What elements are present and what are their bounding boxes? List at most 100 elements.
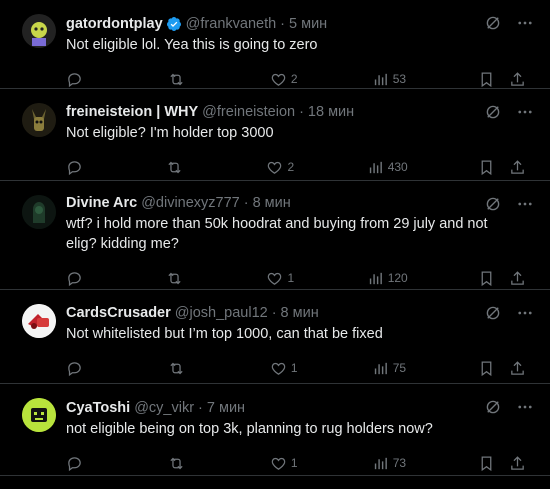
separator: ·	[299, 104, 304, 120]
timestamp[interactable]: 7 мин	[207, 398, 245, 418]
like-count: 2	[290, 72, 298, 86]
avatar[interactable]	[22, 304, 56, 338]
view-count: 430	[387, 160, 408, 174]
more-options-icon[interactable]	[516, 103, 534, 121]
like-button[interactable]: 1	[270, 360, 300, 377]
reply-button[interactable]	[66, 159, 96, 176]
heart-icon	[266, 270, 283, 287]
tweet-actions: 1 75	[66, 348, 534, 388]
display-name[interactable]: gatordontplay	[66, 14, 163, 34]
like-button[interactable]: 1	[270, 455, 300, 472]
views-icon	[372, 71, 389, 88]
views-button[interactable]: 430	[367, 159, 408, 176]
retweet-icon	[168, 71, 185, 88]
display-name[interactable]: Divine Arc	[66, 193, 137, 213]
tweet[interactable]: gatordontplay @frankvaneth · 5 мин Not e…	[0, 0, 550, 89]
reply-button[interactable]	[66, 360, 96, 377]
grok-icon[interactable]	[484, 304, 502, 322]
like-count: 1	[290, 456, 298, 470]
retweet-button[interactable]	[168, 71, 198, 88]
retweet-icon	[168, 455, 185, 472]
retweet-button[interactable]	[166, 159, 196, 176]
tweet-text: wtf? i hold more than 50k hoodrat and bu…	[66, 216, 488, 252]
view-count: 73	[392, 456, 407, 470]
retweet-icon	[166, 270, 183, 287]
views-button[interactable]: 75	[372, 360, 406, 377]
retweet-icon	[166, 159, 183, 176]
user-handle[interactable]: @cy_vikr	[134, 398, 194, 418]
reply-button[interactable]	[66, 270, 96, 287]
views-icon	[367, 159, 384, 176]
bookmark-icon[interactable]	[478, 159, 495, 176]
avatar[interactable]	[22, 14, 56, 48]
more-options-icon[interactable]	[516, 14, 534, 32]
like-button[interactable]: 2	[266, 159, 296, 176]
heart-icon	[270, 71, 287, 88]
like-count: 1	[287, 271, 295, 285]
reply-icon	[66, 270, 83, 287]
like-count: 2	[287, 160, 295, 174]
display-name[interactable]: freineisteion | WHY	[66, 102, 198, 122]
retweet-button[interactable]	[168, 455, 198, 472]
bookmark-icon[interactable]	[478, 270, 495, 287]
share-icon[interactable]	[509, 270, 526, 287]
timestamp[interactable]: 18 мин	[308, 102, 354, 122]
tweet-text: Not whitelisted but I’m top 1000, can th…	[66, 326, 383, 342]
view-count: 120	[387, 271, 408, 285]
bookmark-icon[interactable]	[478, 360, 495, 377]
heart-icon	[270, 360, 287, 377]
bookmark-icon[interactable]	[478, 455, 495, 472]
retweet-button[interactable]	[166, 270, 196, 287]
share-icon[interactable]	[509, 159, 526, 176]
views-icon	[372, 360, 389, 377]
share-icon[interactable]	[509, 360, 526, 377]
user-handle[interactable]: @frankvaneth	[186, 14, 277, 34]
display-name[interactable]: CyaToshi	[66, 398, 130, 418]
tweet-text: Not eligible lol. Yea this is going to z…	[66, 37, 318, 53]
heart-icon	[270, 455, 287, 472]
avatar[interactable]	[22, 103, 56, 137]
more-options-icon[interactable]	[516, 304, 534, 322]
reply-button[interactable]	[66, 455, 96, 472]
separator: ·	[243, 195, 249, 211]
views-icon	[367, 270, 384, 287]
tweet-text: not eligible being on top 3k, planning t…	[66, 421, 433, 437]
user-handle[interactable]: @freineisteion	[202, 102, 295, 122]
tweet-header: gatordontplay @frankvaneth · 5 мин	[66, 14, 534, 34]
view-count: 53	[392, 72, 407, 86]
reply-button[interactable]	[66, 71, 96, 88]
tweet[interactable]: freineisteion | WHY @freineisteion · 18 …	[0, 89, 550, 181]
views-button[interactable]: 53	[372, 71, 406, 88]
views-button[interactable]: 73	[372, 455, 406, 472]
user-handle[interactable]: @josh_paul12	[175, 303, 268, 323]
bookmark-icon[interactable]	[478, 71, 495, 88]
tweet[interactable]: Divine Arc @divinexyz777 · 8 мин wtf? i …	[0, 181, 550, 290]
timestamp[interactable]: 8 мин	[281, 303, 319, 323]
tweet-actions: 1 73	[66, 443, 534, 483]
tweet-header: Divine Arc @divinexyz777 · 8 мин	[66, 193, 534, 213]
tweet[interactable]: CyaToshi @cy_vikr · 7 мин not eligible b…	[0, 384, 550, 476]
timestamp[interactable]: 5 мин	[289, 14, 327, 34]
grok-icon[interactable]	[484, 398, 502, 416]
more-options-icon[interactable]	[516, 398, 534, 416]
tweet-header: CardsCrusader @josh_paul12 · 8 мин	[66, 303, 534, 323]
user-handle[interactable]: @divinexyz777	[141, 193, 240, 213]
share-icon[interactable]	[509, 455, 526, 472]
grok-icon[interactable]	[484, 103, 502, 121]
grok-icon[interactable]	[484, 195, 502, 213]
avatar[interactable]	[22, 398, 56, 432]
views-button[interactable]: 120	[367, 270, 408, 287]
timestamp[interactable]: 8 мин	[253, 193, 291, 213]
heart-icon	[266, 159, 283, 176]
more-options-icon[interactable]	[516, 195, 534, 213]
display-name[interactable]: CardsCrusader	[66, 303, 171, 323]
retweet-button[interactable]	[168, 360, 198, 377]
grok-icon[interactable]	[484, 14, 502, 32]
share-icon[interactable]	[509, 71, 526, 88]
tweet-text: Not eligible? I'm holder top 3000	[66, 125, 274, 141]
like-button[interactable]: 2	[270, 71, 300, 88]
like-button[interactable]: 1	[266, 270, 296, 287]
retweet-icon	[168, 360, 185, 377]
avatar[interactable]	[22, 195, 56, 229]
tweet[interactable]: CardsCrusader @josh_paul12 · 8 мин Not w…	[0, 290, 550, 384]
